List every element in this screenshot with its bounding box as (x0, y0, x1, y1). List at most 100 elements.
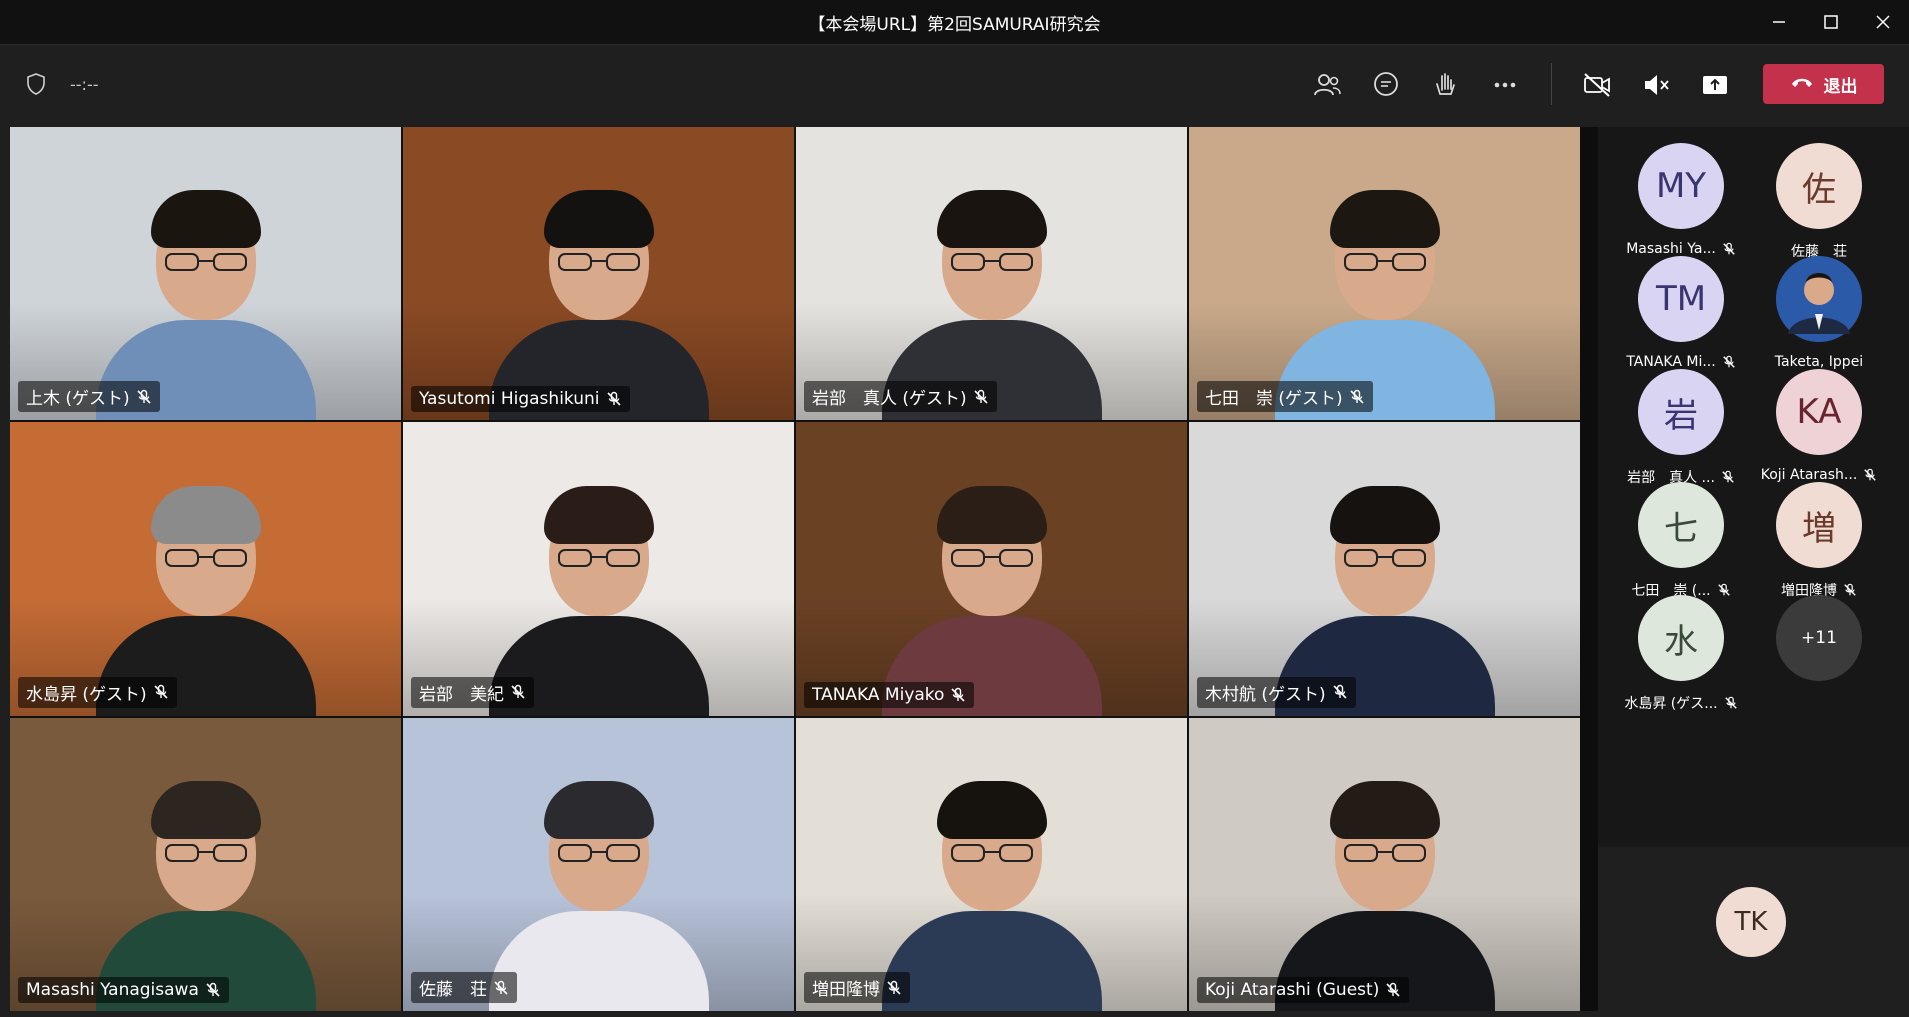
participant-avatar: MY (1638, 143, 1724, 229)
mic-off-icon (1863, 468, 1877, 482)
video-tile[interactable]: 増田隆博 (796, 717, 1187, 1011)
more-participants-button[interactable]: +11 (1750, 595, 1888, 681)
mic-off-icon (153, 684, 169, 700)
share-screen-icon[interactable] (1700, 70, 1730, 100)
close-icon[interactable] (1857, 0, 1909, 44)
mic-off-icon (1349, 389, 1365, 405)
video-tile[interactable]: Masashi Yanagisawa (10, 717, 401, 1011)
maximize-icon[interactable] (1805, 0, 1857, 44)
participant-avatar: 佐 (1776, 143, 1862, 229)
video-feed (796, 422, 1187, 716)
participant-name: Koji Atarashi (Guest) (1205, 980, 1380, 1000)
participant-nametag: 岩部 真人 (ゲスト) (804, 381, 997, 413)
leave-button[interactable]: 退出 (1763, 64, 1884, 104)
video-tile[interactable]: 木村航 (ゲスト) (1189, 422, 1580, 716)
chat-icon[interactable] (1371, 70, 1401, 100)
video-feed (1189, 717, 1580, 1011)
roster-participant[interactable]: 水水島昇 (ゲス... (1612, 595, 1750, 713)
participant-nametag: 木村航 (ゲスト) (1197, 676, 1356, 708)
mic-off-icon (136, 389, 152, 405)
participant-nametag: 上木 (ゲスト) (18, 381, 160, 413)
mic-off-icon (493, 980, 509, 996)
self-avatar[interactable]: TK (1716, 887, 1786, 957)
title-bar: 【本会場URL】第2回SAMURAI研究会 (0, 0, 1909, 44)
participant-avatar: TM (1638, 256, 1724, 342)
participant-nametag: Yasutomi Higashikuni (411, 386, 630, 413)
participant-name: TANAKA Miyako (812, 684, 945, 705)
roster-label: Taketa, Ippei (1750, 354, 1888, 370)
roster-label: TANAKA Mi... (1612, 354, 1750, 370)
scroll-divider (1580, 127, 1598, 1011)
participant-figure (881, 771, 1102, 1011)
participant-name: 木村航 (ゲスト) (1205, 684, 1326, 705)
more-icon[interactable] (1490, 70, 1520, 100)
overflow-count: +11 (1776, 595, 1862, 681)
video-tile[interactable]: Yasutomi Higashikuni (403, 127, 794, 421)
roster-participant[interactable]: 増増田隆博 (1750, 482, 1888, 600)
participant-figure (1274, 771, 1495, 1011)
phone-hangup-icon (1790, 74, 1814, 94)
video-tile[interactable]: Koji Atarashi (Guest) (1189, 717, 1580, 1011)
roster-participant[interactable]: Taketa, Ippei (1750, 256, 1888, 370)
video-feed (796, 127, 1187, 421)
shield-icon[interactable] (24, 72, 48, 96)
people-icon[interactable] (1312, 70, 1342, 100)
participant-nametag: 七田 崇 (ゲスト) (1197, 381, 1373, 413)
roster-participant[interactable]: MY Masashi Ya... (1612, 143, 1750, 257)
roster-participant[interactable]: 七七田 崇 (... (1612, 482, 1750, 600)
participant-figure (881, 476, 1102, 716)
profile-photo-icon (1776, 256, 1862, 342)
mic-off-icon (973, 389, 989, 405)
roster-participant[interactable]: KA Koji Atarash... (1750, 369, 1888, 483)
participant-name: 佐藤 荘 (419, 980, 487, 1000)
participant-name: Yasutomi Higashikuni (419, 389, 600, 410)
mic-off-icon (1724, 696, 1738, 710)
self-view: TK (1598, 847, 1909, 1011)
roster-name: Masashi Ya... (1626, 241, 1716, 257)
video-feed (403, 717, 794, 1011)
raise-hand-icon[interactable] (1431, 70, 1461, 100)
camera-off-icon[interactable] (1582, 70, 1612, 100)
participant-name: 岩部 美紀 (419, 684, 504, 705)
leave-label: 退出 (1823, 76, 1858, 97)
video-tile[interactable]: 上木 (ゲスト) (10, 127, 401, 421)
window-title: 【本会場URL】第2回SAMURAI研究会 (808, 14, 1101, 35)
participant-figure (488, 771, 709, 1011)
video-tile[interactable]: 岩部 真人 (ゲスト) (796, 127, 1187, 421)
participant-nametag: 佐藤 荘 (411, 972, 517, 1003)
toolbar-divider (1551, 63, 1552, 105)
mic-off-icon (950, 687, 966, 703)
mic-off-icon (1722, 355, 1736, 369)
mic-off-icon (1332, 684, 1348, 700)
participant-nametag: 水島昇 (ゲスト) (18, 676, 177, 708)
participant-name: 岩部 真人 (ゲスト) (812, 389, 967, 410)
mic-off-icon (886, 980, 902, 996)
participant-avatar: 水 (1638, 595, 1724, 681)
window-controls (1753, 0, 1909, 44)
video-tile[interactable]: TANAKA Miyako (796, 422, 1187, 716)
video-feed (403, 422, 794, 716)
roster-participant[interactable]: 佐佐藤 荘 (1750, 143, 1888, 261)
participant-panel: MY Masashi Ya... 佐佐藤 荘 TM TANAKA Mi... Taketa… (1598, 127, 1909, 1011)
roster-name: TANAKA Mi... (1626, 354, 1716, 370)
video-feed (10, 422, 401, 716)
participant-nametag: Koji Atarashi (Guest) (1197, 977, 1410, 1003)
video-tile[interactable]: 水島昇 (ゲスト) (10, 422, 401, 716)
speaker-mute-icon[interactable] (1641, 70, 1671, 100)
participant-nametag: 岩部 美紀 (411, 676, 534, 708)
roster-participant[interactable]: 岩岩部 真人 ... (1612, 369, 1750, 487)
video-grid: 上木 (ゲスト) Yasutomi Higashikuni 岩部 真人 (ゲスト) 七… (10, 127, 1580, 1011)
video-feed (403, 127, 794, 421)
participant-name: 水島昇 (ゲスト) (26, 684, 147, 705)
video-tile[interactable]: 岩部 美紀 (403, 422, 794, 716)
roster-participant[interactable]: TM TANAKA Mi... (1612, 256, 1750, 370)
roster-name: Koji Atarash... (1760, 467, 1858, 483)
video-feed (10, 717, 401, 1011)
video-tile[interactable]: 七田 崇 (ゲスト) (1189, 127, 1580, 421)
video-feed (796, 717, 1187, 1011)
minimize-icon[interactable] (1753, 0, 1805, 44)
video-tile[interactable]: 佐藤 荘 (403, 717, 794, 1011)
participant-avatar: 岩 (1638, 369, 1724, 455)
mic-off-icon (205, 982, 221, 998)
mic-off-icon (606, 391, 622, 407)
